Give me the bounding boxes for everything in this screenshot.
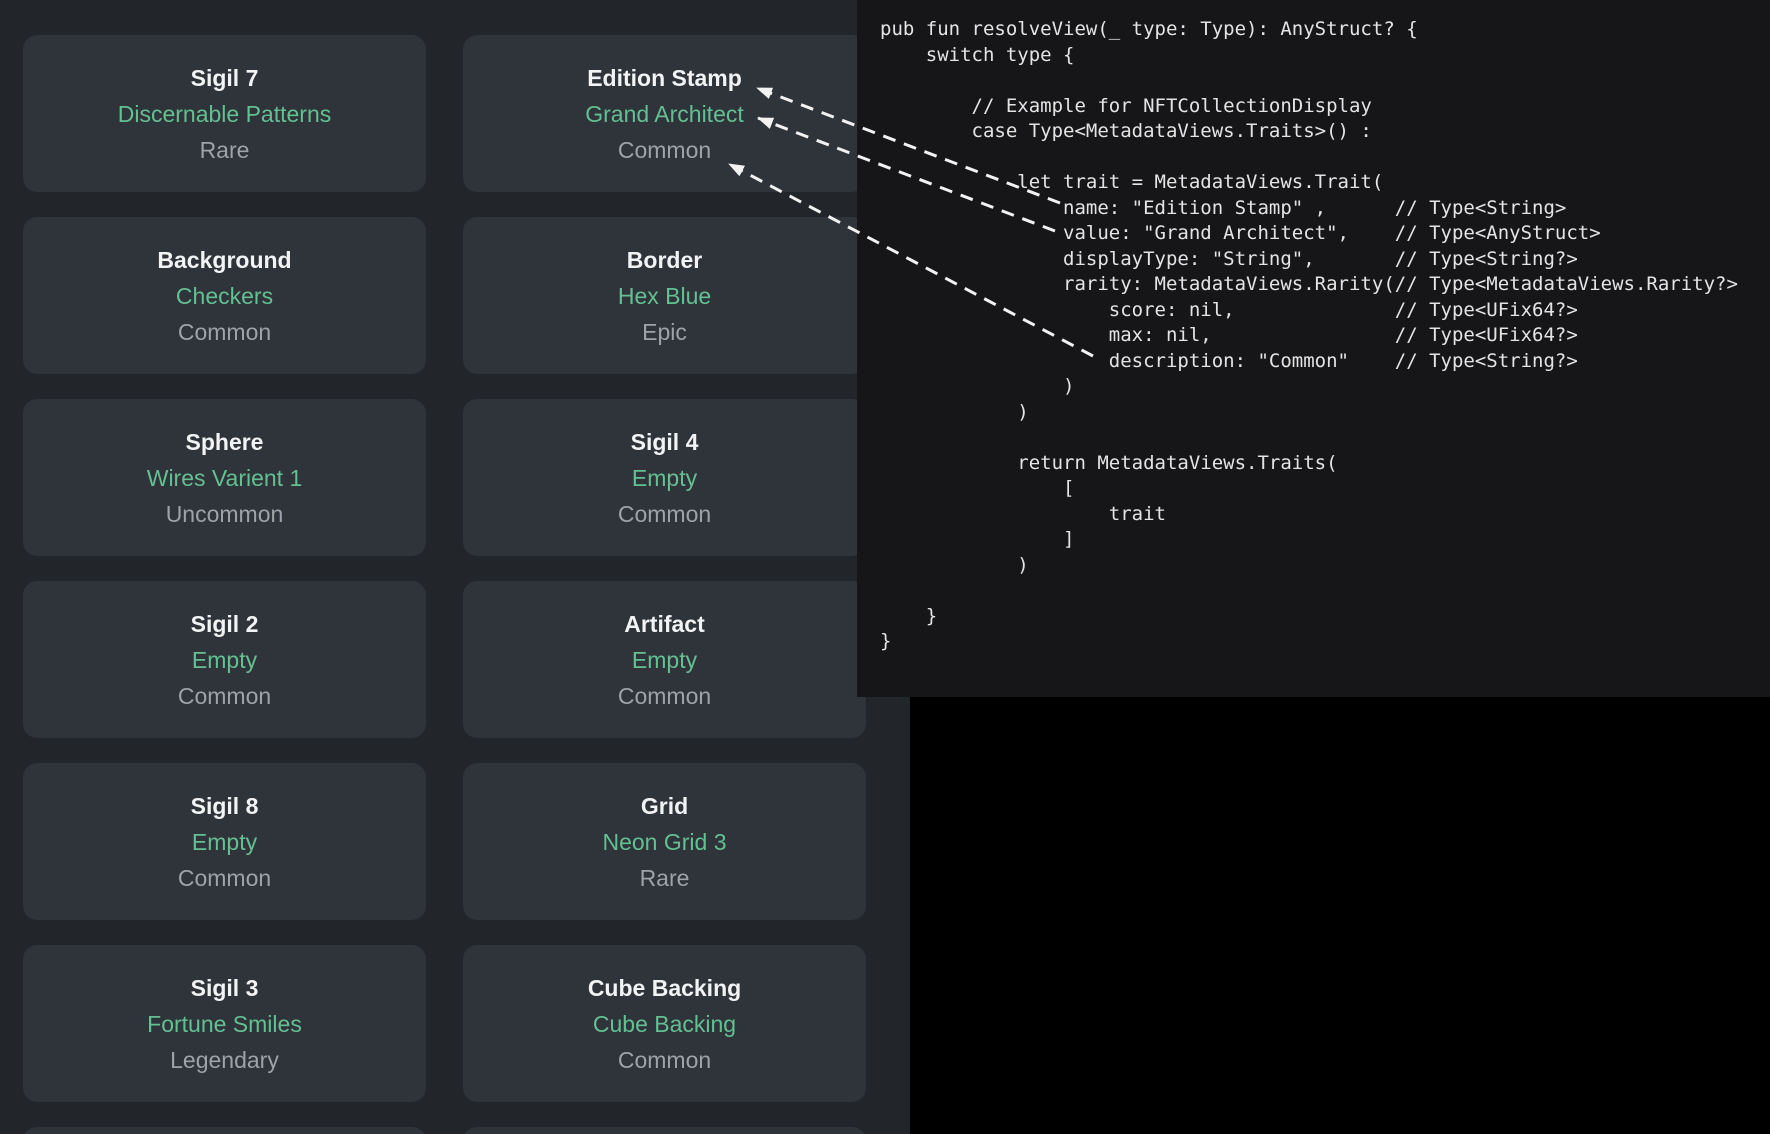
trait-rarity: Rare — [200, 132, 250, 168]
trait-name: Border — [627, 242, 702, 278]
trait-card: Sigil 3 Fortune Smiles Legendary — [23, 945, 426, 1102]
trait-card: Cube Backing Cube Backing Common — [463, 945, 866, 1102]
trait-card-partial — [23, 1127, 426, 1134]
trait-name: Sigil 3 — [191, 970, 259, 1006]
trait-name: Edition Stamp — [587, 60, 742, 96]
trait-rarity: Rare — [640, 860, 690, 896]
trait-value: Empty — [632, 642, 697, 678]
trait-name: Sigil 2 — [191, 606, 259, 642]
trait-card: Border Hex Blue Epic — [463, 217, 866, 374]
trait-name: Background — [157, 242, 291, 278]
cadence-code-block: pub fun resolveView(_ type: Type): AnySt… — [857, 0, 1770, 655]
trait-rarity: Common — [618, 496, 711, 532]
trait-rarity: Legendary — [170, 1042, 279, 1078]
trait-card: Background Checkers Common — [23, 217, 426, 374]
trait-card-partial — [463, 1127, 866, 1134]
trait-value: Cube Backing — [593, 1006, 736, 1042]
trait-value: Neon Grid 3 — [602, 824, 726, 860]
trait-rarity: Epic — [642, 314, 687, 350]
trait-name: Artifact — [624, 606, 705, 642]
trait-value: Empty — [192, 824, 257, 860]
trait-rarity: Common — [618, 678, 711, 714]
trait-value: Checkers — [176, 278, 273, 314]
screen: Sigil 7 Discernable Patterns Rare Editio… — [0, 0, 1770, 1134]
trait-card: Grid Neon Grid 3 Rare — [463, 763, 866, 920]
trait-card: Sigil 2 Empty Common — [23, 581, 426, 738]
trait-rarity: Common — [618, 132, 711, 168]
trait-value: Fortune Smiles — [147, 1006, 302, 1042]
trait-value: Wires Varient 1 — [147, 460, 303, 496]
trait-card: Sigil 4 Empty Common — [463, 399, 866, 556]
trait-rarity: Common — [178, 860, 271, 896]
trait-name: Sphere — [186, 424, 264, 460]
trait-card: Sigil 8 Empty Common — [23, 763, 426, 920]
trait-value: Grand Architect — [585, 96, 744, 132]
trait-rarity: Uncommon — [166, 496, 284, 532]
trait-card: Edition Stamp Grand Architect Common — [463, 35, 866, 192]
trait-rarity: Common — [178, 314, 271, 350]
traits-panel: Sigil 7 Discernable Patterns Rare Editio… — [0, 0, 910, 1134]
trait-name: Sigil 8 — [191, 788, 259, 824]
trait-value: Empty — [192, 642, 257, 678]
trait-rarity: Common — [618, 1042, 711, 1078]
trait-card: Sphere Wires Varient 1 Uncommon — [23, 399, 426, 556]
trait-cards-grid: Sigil 7 Discernable Patterns Rare Editio… — [23, 35, 866, 1134]
trait-rarity: Common — [178, 678, 271, 714]
trait-card: Artifact Empty Common — [463, 581, 866, 738]
trait-name: Grid — [641, 788, 688, 824]
trait-name: Sigil 7 — [191, 60, 259, 96]
trait-value: Hex Blue — [618, 278, 711, 314]
trait-name: Cube Backing — [588, 970, 741, 1006]
trait-value: Discernable Patterns — [118, 96, 332, 132]
trait-card: Sigil 7 Discernable Patterns Rare — [23, 35, 426, 192]
trait-value: Empty — [632, 460, 697, 496]
code-panel: pub fun resolveView(_ type: Type): AnySt… — [857, 0, 1770, 697]
trait-name: Sigil 4 — [631, 424, 699, 460]
